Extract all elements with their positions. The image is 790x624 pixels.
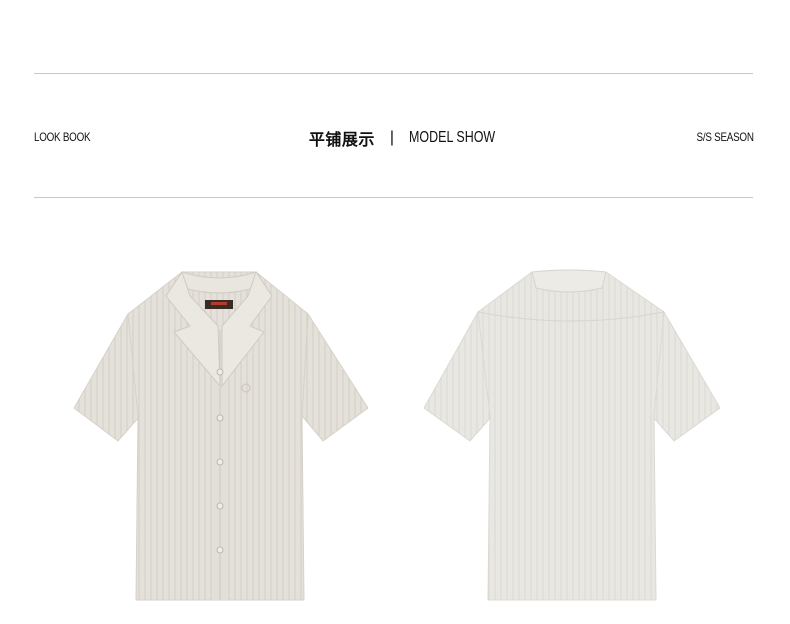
shirt-front-image [73, 270, 369, 601]
bottom-divider [34, 197, 753, 198]
title-separator: | [389, 129, 395, 146]
title-chinese: 平铺展示 [308, 130, 375, 149]
season-label: S/S SEASON [696, 130, 754, 144]
shirt-back-image [423, 269, 721, 601]
top-divider [34, 73, 753, 74]
title-english: MODEL SHOW [409, 129, 496, 146]
section-title: 平铺展示 | MODEL SHOW [0, 126, 790, 150]
